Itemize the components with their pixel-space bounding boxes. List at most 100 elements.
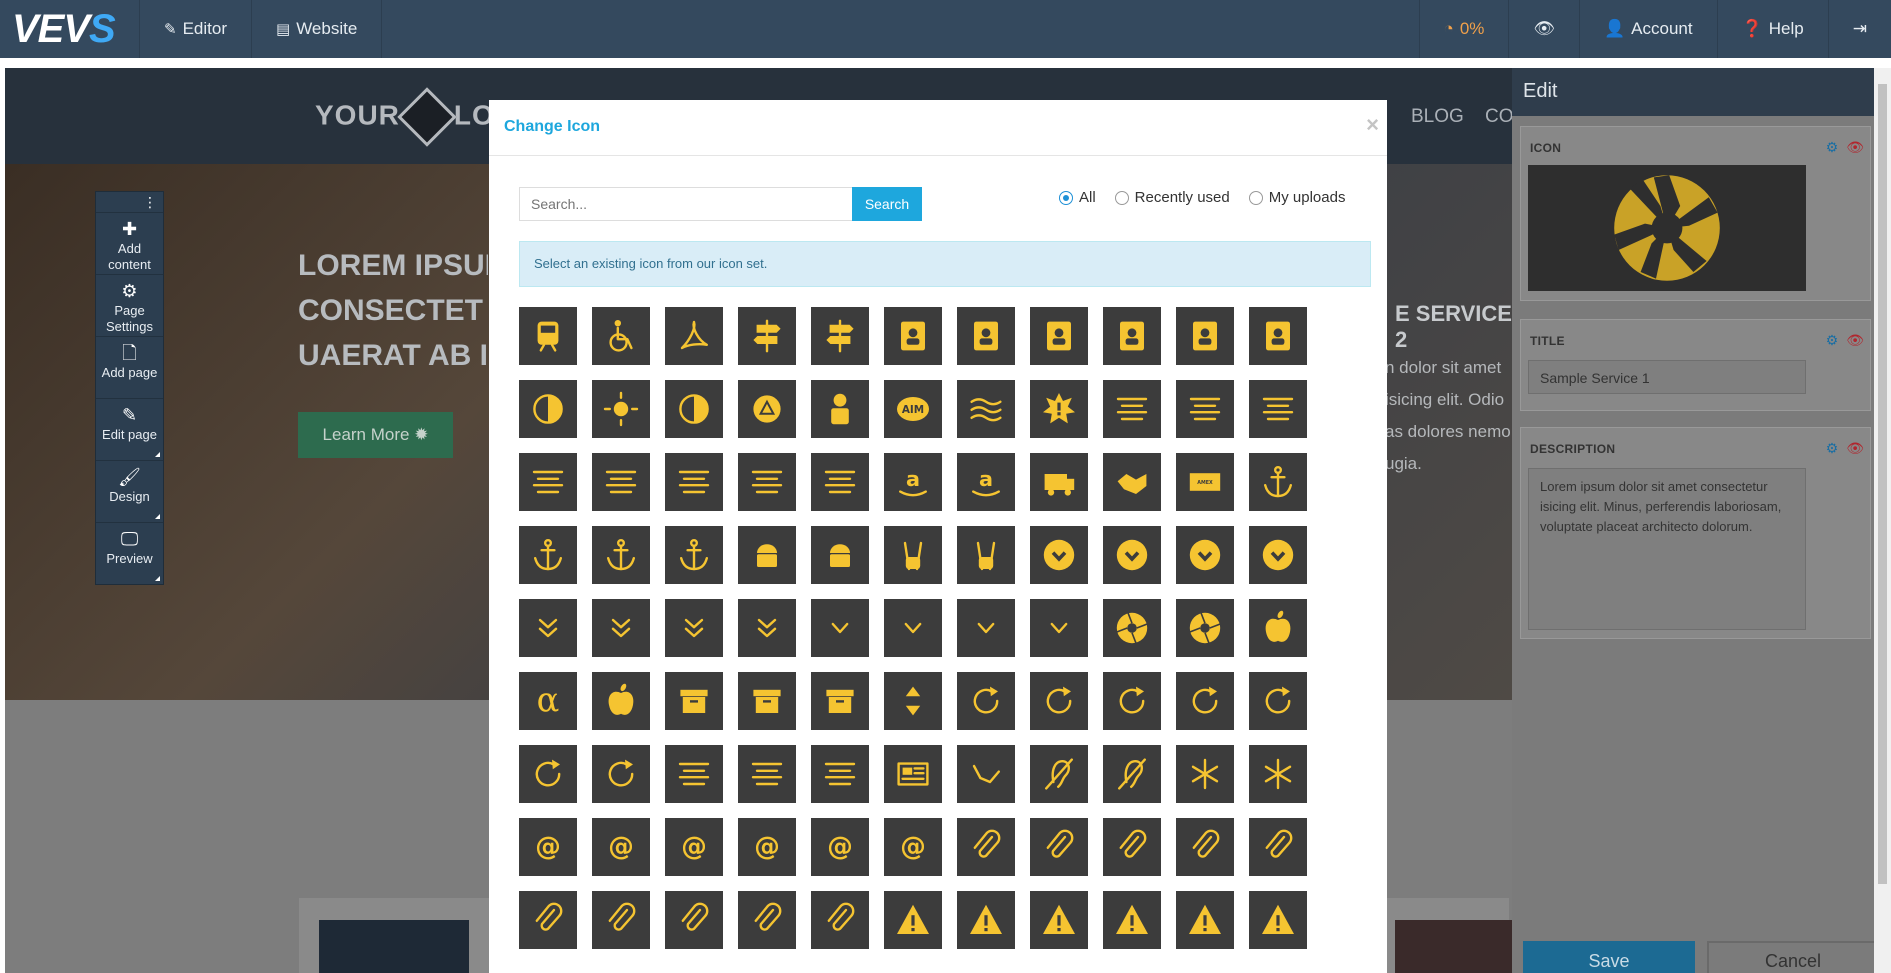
align-left-2-icon[interactable]: [665, 453, 723, 511]
refresh-5-icon[interactable]: [519, 745, 577, 803]
add-page-button[interactable]: 🗋 Add page: [96, 336, 163, 398]
archive-2-icon[interactable]: [811, 672, 869, 730]
alert-3-icon[interactable]: [1103, 891, 1161, 949]
amex-icon[interactable]: AMEX: [1176, 453, 1234, 511]
user-icon[interactable]: [811, 380, 869, 438]
anchor-4-icon[interactable]: [665, 526, 723, 584]
peace-icon[interactable]: [884, 526, 942, 584]
aim-icon[interactable]: AIM: [884, 380, 942, 438]
apple-icon[interactable]: [1249, 599, 1307, 657]
text-more-icon[interactable]: [811, 745, 869, 803]
paperclip-7-icon[interactable]: [592, 891, 650, 949]
edit-page-button[interactable]: ✎ Edit page: [96, 398, 163, 460]
newspaper-icon[interactable]: [884, 745, 942, 803]
signpost-icon[interactable]: [738, 307, 796, 365]
redo-icon[interactable]: [957, 672, 1015, 730]
archive-box-icon[interactable]: [665, 672, 723, 730]
contrast-icon[interactable]: [665, 380, 723, 438]
align-justify-icon[interactable]: [1249, 380, 1307, 438]
alert-o-icon[interactable]: [1030, 891, 1088, 949]
at-light-icon[interactable]: @: [738, 818, 796, 876]
eye-icon[interactable]: 👁: [1846, 139, 1864, 156]
id-card-o-icon[interactable]: [1249, 307, 1307, 365]
logout-button[interactable]: ⇥: [1827, 0, 1891, 58]
alert-icon[interactable]: [884, 891, 942, 949]
align-center-2-icon[interactable]: [1176, 380, 1234, 438]
address-card-circle-icon[interactable]: [1030, 307, 1088, 365]
address-book-2-icon[interactable]: [1103, 307, 1161, 365]
alert-4-icon[interactable]: [1249, 891, 1307, 949]
chevron-circle-up-icon[interactable]: [1249, 526, 1307, 584]
train-icon[interactable]: [519, 307, 577, 365]
description-textarea[interactable]: Lorem ipsum dolor sit amet consectetur i…: [1528, 468, 1806, 630]
align-right-2-icon[interactable]: [811, 453, 869, 511]
paperclip-2-icon[interactable]: [1030, 818, 1088, 876]
sort-icon[interactable]: [884, 672, 942, 730]
chevron-circle-left-icon[interactable]: [1103, 526, 1161, 584]
peace-2-icon[interactable]: [957, 526, 1015, 584]
angle-left-icon[interactable]: [884, 599, 942, 657]
editor-tab[interactable]: ✎ Editor: [140, 0, 252, 58]
double-up-icon[interactable]: [738, 599, 796, 657]
chevron-circle-right-icon[interactable]: [1176, 526, 1234, 584]
search-button[interactable]: Search: [852, 187, 922, 221]
menu-dots-icon[interactable]: ⋮: [96, 192, 163, 212]
at-2-icon[interactable]: @: [811, 818, 869, 876]
preview-button[interactable]: 🖵 Preview: [96, 522, 163, 584]
anchor-3-icon[interactable]: [592, 526, 650, 584]
paperclip-4-icon[interactable]: [1176, 818, 1234, 876]
close-icon[interactable]: ×: [1366, 112, 1379, 138]
android-2-icon[interactable]: [811, 526, 869, 584]
anchor-2-icon[interactable]: [519, 526, 577, 584]
align-center-icon[interactable]: [1103, 380, 1161, 438]
align-justify-2-icon[interactable]: [519, 453, 577, 511]
radio-icon[interactable]: [1114, 190, 1129, 205]
paperclip-8-icon[interactable]: [665, 891, 723, 949]
adn-icon[interactable]: [738, 380, 796, 438]
refresh-icon[interactable]: [1030, 672, 1088, 730]
eye-icon[interactable]: 👁: [1846, 332, 1864, 349]
gear-icon[interactable]: ⚙: [1826, 440, 1839, 457]
aperture-icon[interactable]: [1103, 599, 1161, 657]
android-icon[interactable]: [738, 526, 796, 584]
paperclip-6-icon[interactable]: [519, 891, 577, 949]
brightness-icon[interactable]: [592, 380, 650, 438]
alert-circle-icon[interactable]: [1176, 891, 1234, 949]
adobe-icon[interactable]: [665, 307, 723, 365]
gear-icon[interactable]: ⚙: [1826, 332, 1839, 349]
angle-up-icon[interactable]: [1030, 599, 1088, 657]
paperclip-3-icon[interactable]: [1103, 818, 1161, 876]
angle-down-icon[interactable]: [811, 599, 869, 657]
refresh-3-icon[interactable]: [1176, 672, 1234, 730]
shaka-icon[interactable]: [957, 745, 1015, 803]
paperclip-circle-icon[interactable]: [738, 891, 796, 949]
at-circle-icon[interactable]: @: [884, 818, 942, 876]
alpha-icon[interactable]: α: [519, 672, 577, 730]
align-right-icon[interactable]: [738, 453, 796, 511]
design-button[interactable]: 🖌 Design: [96, 460, 163, 522]
filter-recently-used[interactable]: Recently used: [1114, 189, 1230, 206]
amazon-2-icon[interactable]: a: [957, 453, 1015, 511]
paperclip-icon[interactable]: [957, 818, 1015, 876]
gear-icon[interactable]: ⚙: [1826, 139, 1839, 156]
at-bold-icon[interactable]: @: [592, 818, 650, 876]
address-book-icon[interactable]: [884, 307, 942, 365]
cancel-button[interactable]: Cancel: [1707, 941, 1879, 973]
archive-icon[interactable]: [738, 672, 796, 730]
hearing-icon[interactable]: [1103, 745, 1161, 803]
warning-burst-icon[interactable]: [1030, 380, 1088, 438]
scrollbar-thumb[interactable]: [1878, 84, 1887, 884]
icon-search-input[interactable]: [519, 187, 854, 221]
filter-my-uploads[interactable]: My uploads: [1248, 189, 1345, 206]
alert-2-icon[interactable]: [957, 891, 1015, 949]
at-heavy-icon[interactable]: @: [665, 818, 723, 876]
radio-icon[interactable]: [1248, 190, 1263, 205]
at-icon[interactable]: @: [519, 818, 577, 876]
refresh-circle-icon[interactable]: [592, 745, 650, 803]
align-left-icon[interactable]: [592, 453, 650, 511]
double-right-icon[interactable]: [665, 599, 723, 657]
text-lines-2-icon[interactable]: [738, 745, 796, 803]
paperclip-9-icon[interactable]: [811, 891, 869, 949]
double-left-icon[interactable]: [592, 599, 650, 657]
double-down-icon[interactable]: [519, 599, 577, 657]
